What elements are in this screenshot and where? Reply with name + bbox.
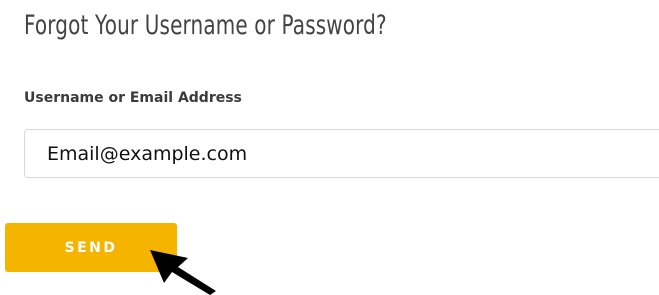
username-email-input[interactable] [24,129,659,178]
username-email-label: Username or Email Address [24,90,242,106]
arrow-cursor-icon [150,250,216,295]
page-title: Forgot Your Username or Password? [24,10,387,41]
